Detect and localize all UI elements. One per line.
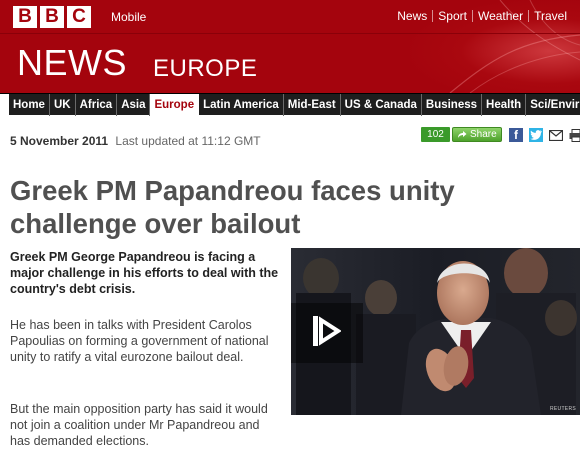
bbc-logo-letter-3: C (67, 6, 91, 28)
share-button[interactable]: Share (452, 127, 502, 142)
media-credit: REUTERS (550, 406, 576, 412)
nav-item-latin-america[interactable]: Latin America (199, 94, 284, 116)
email-icon[interactable] (549, 128, 563, 142)
platform-label: Mobile (111, 10, 147, 24)
headline-line-2: challenge over bailout (10, 208, 301, 239)
section-nav: Home UK Africa Asia Europe Latin America… (0, 93, 580, 116)
facebook-icon[interactable]: f (509, 128, 523, 142)
twitter-icon[interactable] (529, 128, 543, 142)
article-paragraph: But the main opposition party has said i… (10, 402, 268, 448)
article-date: 5 November 2011 (10, 134, 109, 148)
nav-item-africa[interactable]: Africa (76, 94, 118, 116)
masthead: B B C Mobile News Sport Weather Travel N… (0, 0, 580, 93)
bbc-logo-letter-2: B (40, 6, 64, 28)
article-video[interactable]: REUTERS (291, 248, 580, 415)
share-icon (458, 131, 467, 138)
nav-item-sci-envir[interactable]: Sci/Envir (526, 94, 580, 116)
bbc-logo-letter-1: B (13, 6, 37, 28)
share-count: 102 (421, 127, 450, 142)
top-links: News Sport Weather Travel (392, 9, 572, 23)
nav-item-business[interactable]: Business (422, 94, 483, 116)
social-icons: f (509, 128, 580, 142)
nav-item-asia[interactable]: Asia (117, 94, 151, 116)
dateline: 5 November 2011 Last updated at 11:12 GM… (10, 134, 261, 148)
top-link-travel[interactable]: Travel (529, 9, 572, 23)
twitter-bird-glyph (530, 130, 542, 140)
play-icon[interactable] (311, 314, 341, 348)
section-title[interactable]: NEWS (17, 43, 127, 83)
edition-label: EUROPE (153, 55, 258, 82)
article-headline: Greek PM Papandreou faces unity challeng… (10, 174, 480, 240)
article-paragraph: He has been in talks with President Caro… (10, 318, 269, 364)
nav-item-uk[interactable]: UK (50, 94, 76, 116)
nav-item-mid-east[interactable]: Mid-East (284, 94, 341, 116)
last-updated: Last updated at 11:12 GMT (115, 134, 261, 148)
nav-item-health[interactable]: Health (482, 94, 527, 116)
nav-item-us-canada[interactable]: US & Canada (341, 94, 422, 116)
article-intro: Greek PM George Papandreou is facing a m… (10, 250, 279, 296)
share-label: Share (470, 129, 497, 140)
top-link-news[interactable]: News (392, 9, 432, 23)
nav-items: Home UK Africa Asia Europe Latin America… (9, 94, 580, 116)
headline-line-1: Greek PM Papandreou faces unity (10, 175, 455, 206)
nav-item-europe[interactable]: Europe (150, 94, 200, 116)
nav-item-home[interactable]: Home (9, 94, 50, 116)
top-link-weather[interactable]: Weather (473, 9, 528, 23)
top-link-sport[interactable]: Sport (433, 9, 472, 23)
print-icon[interactable] (569, 128, 580, 142)
nav-left-edge (0, 94, 9, 116)
bbc-logo[interactable]: B B C (13, 6, 91, 28)
